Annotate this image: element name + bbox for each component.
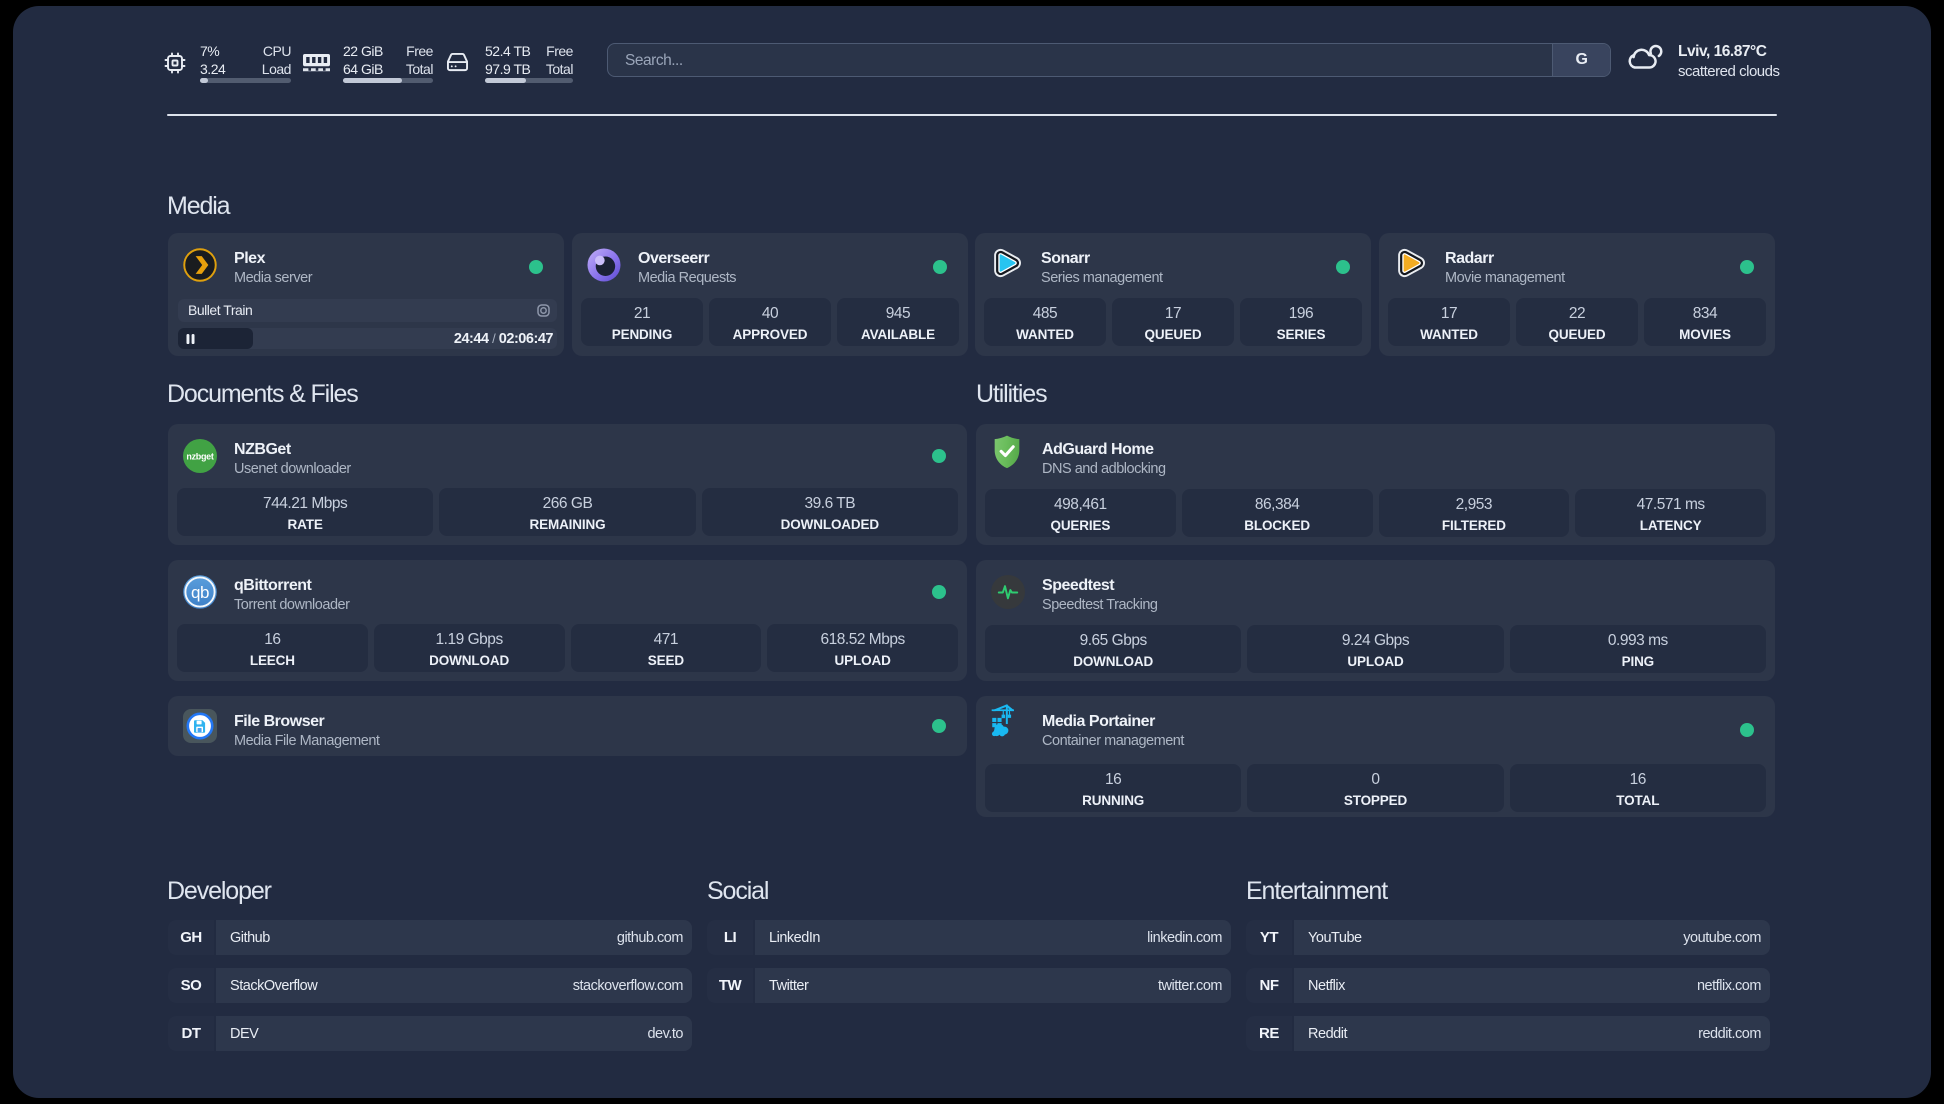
svg-text:qb: qb (191, 583, 209, 602)
svg-text:nzbget: nzbget (186, 452, 213, 462)
